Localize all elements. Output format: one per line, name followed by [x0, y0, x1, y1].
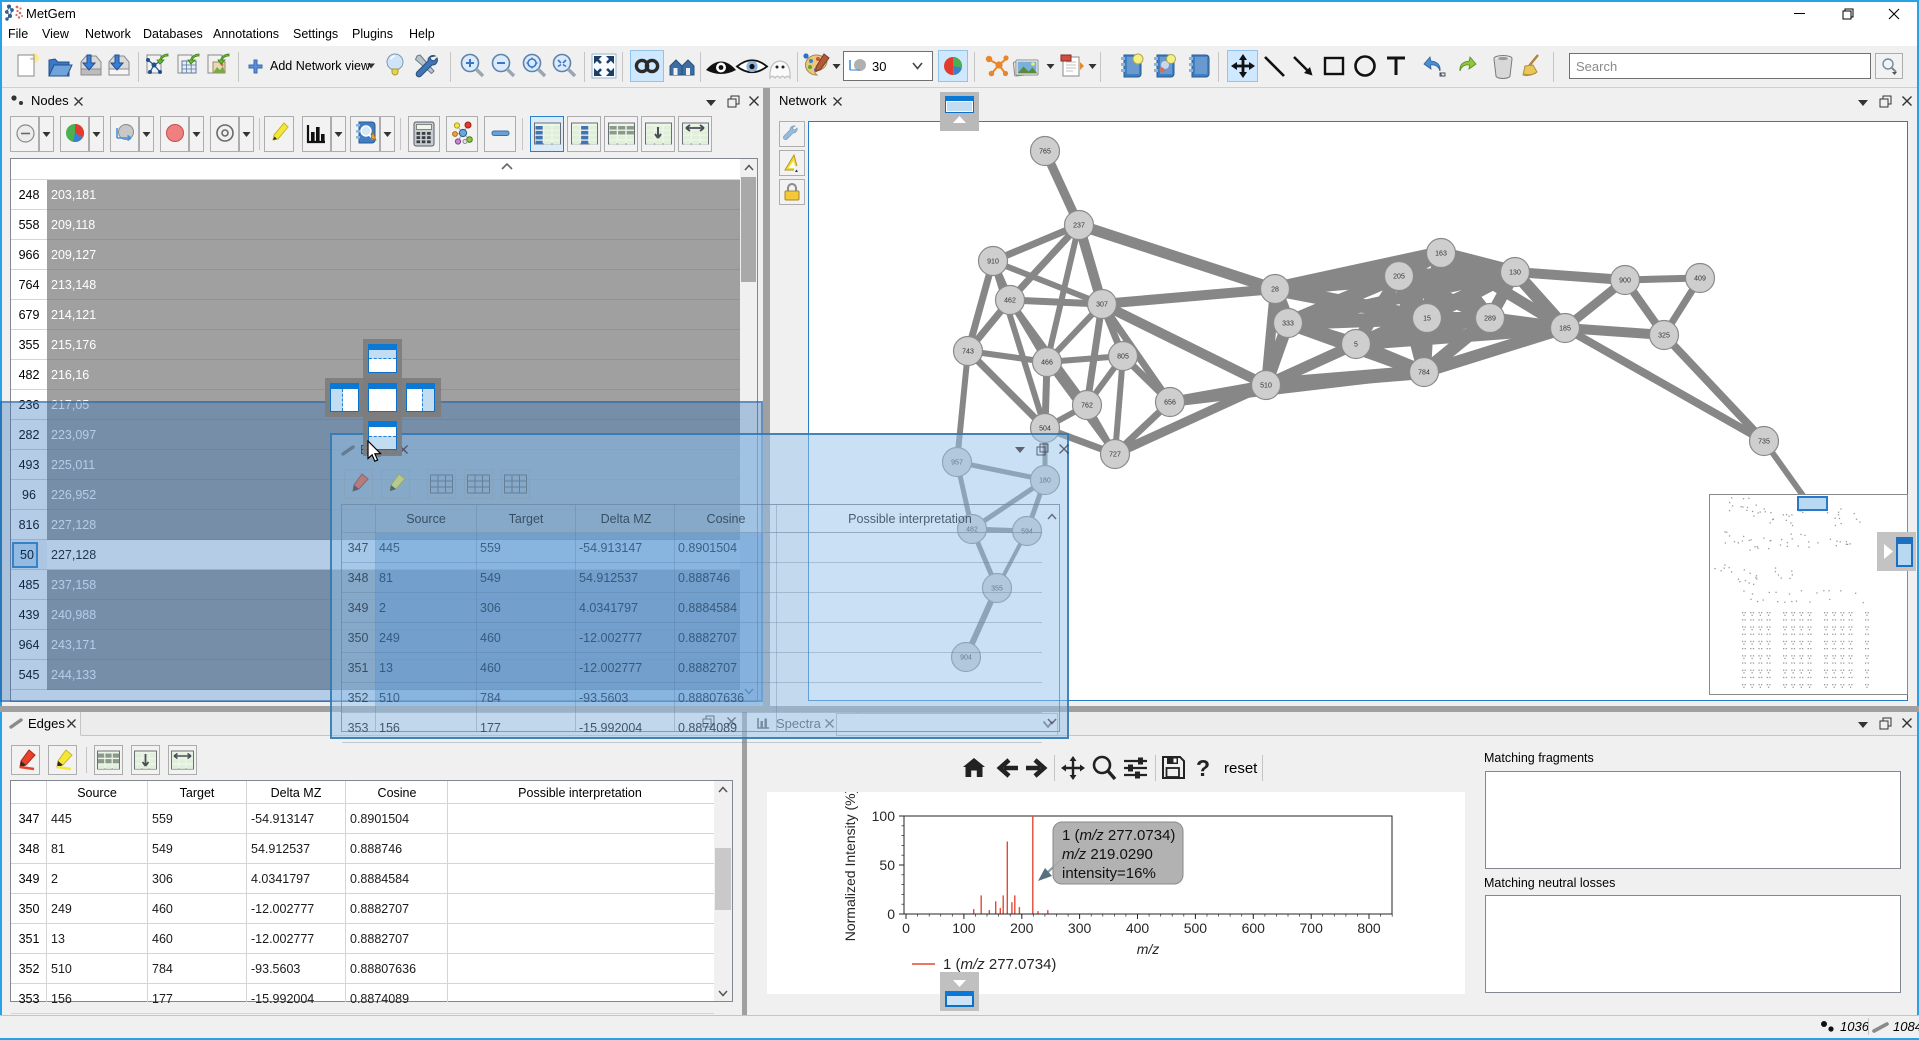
- svg-text:m/z 219.0290: m/z 219.0290: [1062, 846, 1153, 863]
- svg-text:700: 700: [1300, 920, 1324, 936]
- svg-text:743: 743: [962, 348, 974, 355]
- svg-text:289: 289: [1484, 315, 1496, 322]
- svg-text:100: 100: [952, 920, 976, 936]
- svg-text:800: 800: [1357, 920, 1381, 936]
- svg-text:600: 600: [1242, 920, 1266, 936]
- svg-text:333: 333: [1282, 320, 1294, 327]
- svg-text:100: 100: [872, 808, 896, 824]
- svg-text:5: 5: [1354, 341, 1358, 348]
- svg-text:300: 300: [1068, 920, 1092, 936]
- svg-text:intensity=16%: intensity=16%: [1062, 865, 1156, 882]
- svg-text:409: 409: [1694, 275, 1706, 282]
- svg-text:900: 900: [1619, 277, 1631, 284]
- svg-text:762: 762: [1081, 402, 1093, 409]
- svg-text:Normalized Intensity (%): Normalized Intensity (%): [842, 792, 858, 941]
- svg-text:200: 200: [1010, 920, 1034, 936]
- svg-text:185: 185: [1559, 325, 1571, 332]
- svg-text:784: 784: [1418, 369, 1430, 376]
- svg-text:1 (m/z 277.0734): 1 (m/z 277.0734): [943, 956, 1056, 973]
- svg-text:0: 0: [902, 920, 910, 936]
- svg-text:50: 50: [879, 857, 895, 873]
- svg-text:504: 504: [1039, 425, 1051, 432]
- svg-text:0: 0: [887, 906, 895, 922]
- svg-text:735: 735: [1758, 438, 1770, 445]
- svg-text:462: 462: [1004, 297, 1016, 304]
- svg-text:400: 400: [1126, 920, 1150, 936]
- svg-text:510: 510: [1260, 382, 1272, 389]
- svg-text:466: 466: [1041, 359, 1053, 366]
- svg-text:325: 325: [1658, 332, 1670, 339]
- svg-text:237: 237: [1073, 222, 1085, 229]
- svg-text:163: 163: [1435, 250, 1447, 257]
- svg-text:805: 805: [1117, 353, 1129, 360]
- svg-text:656: 656: [1164, 399, 1176, 406]
- svg-text:1 (m/z 277.0734): 1 (m/z 277.0734): [1062, 827, 1175, 844]
- svg-text:307: 307: [1096, 301, 1108, 308]
- svg-text:910: 910: [987, 258, 999, 265]
- svg-text:765: 765: [1039, 148, 1051, 155]
- svg-text:28: 28: [1271, 286, 1279, 293]
- svg-text:130: 130: [1509, 269, 1521, 276]
- svg-text:205: 205: [1393, 273, 1405, 280]
- svg-text:m/z: m/z: [1137, 941, 1160, 957]
- svg-text:727: 727: [1109, 451, 1121, 458]
- svg-text:15: 15: [1423, 315, 1431, 322]
- svg-text:500: 500: [1184, 920, 1208, 936]
